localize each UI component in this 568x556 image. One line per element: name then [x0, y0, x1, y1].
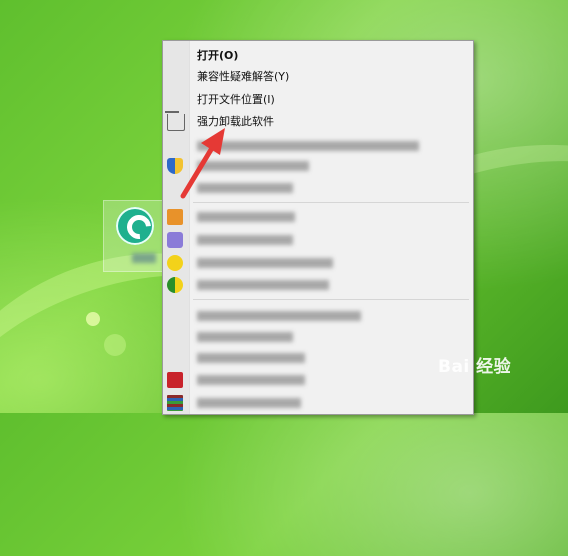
- blurred-text: [197, 258, 333, 268]
- blurred-text: [197, 398, 301, 408]
- menu-separator: [193, 202, 469, 203]
- app-icon: [167, 232, 183, 248]
- menu-item-blurred[interactable]: [163, 305, 473, 327]
- menu-item-blurred[interactable]: [163, 392, 473, 414]
- app-icon: [167, 209, 183, 225]
- menu-item-open-file-location[interactable]: 打开文件位置(I): [163, 89, 473, 111]
- trash-icon: [165, 111, 185, 131]
- blurred-text: [197, 212, 295, 222]
- menu-item-compat-troubleshoot[interactable]: 兼容性疑难解答(Y): [163, 66, 473, 88]
- wallpaper-bokeh: [104, 334, 126, 356]
- menu-item-label: 强力卸载此软件: [197, 115, 274, 128]
- menu-item-open[interactable]: 打开(O): [163, 45, 473, 67]
- app-icon: [167, 372, 183, 388]
- context-menu: 打开(O) 兼容性疑难解答(Y) 打开文件位置(I) 强力卸载此软件: [162, 40, 474, 415]
- desktop-shortcut-label-blurred: [132, 253, 156, 263]
- menu-item-blurred[interactable]: [163, 177, 473, 199]
- watermark-text: Bai 经验: [438, 357, 512, 377]
- menu-item-blurred[interactable]: [163, 326, 473, 348]
- menu-item-blurred[interactable]: [163, 252, 473, 274]
- desktop-shortcut-selected[interactable]: [103, 200, 165, 272]
- blurred-text: [197, 332, 293, 342]
- app-icon: [167, 277, 183, 293]
- menu-item-blurred[interactable]: [163, 369, 473, 391]
- winrar-icon: [167, 395, 183, 411]
- blurred-text: [197, 141, 419, 151]
- app-logo-icon: [116, 207, 154, 245]
- blurred-text: [197, 183, 293, 193]
- wallpaper-bokeh: [86, 312, 100, 326]
- menu-item-blurred[interactable]: [163, 347, 473, 369]
- menu-item-label: 兼容性疑难解答(Y): [197, 70, 290, 83]
- menu-item-blurred[interactable]: [163, 229, 473, 251]
- blurred-text: [197, 280, 329, 290]
- uac-shield-icon: [167, 158, 183, 174]
- menu-item-force-uninstall[interactable]: 强力卸载此软件: [163, 111, 473, 133]
- blurred-text: [197, 235, 293, 245]
- menu-item-blurred[interactable]: [163, 206, 473, 228]
- menu-item-blurred[interactable]: [163, 274, 473, 296]
- blurred-text: [197, 353, 305, 363]
- menu-item-blurred[interactable]: [163, 135, 473, 157]
- blurred-text: [197, 311, 361, 321]
- menu-item-label: 打开(O): [197, 49, 239, 62]
- blurred-text: [197, 161, 309, 171]
- menu-separator: [193, 299, 469, 300]
- baidu-jingyan-watermark: Bai 经验: [438, 352, 511, 377]
- blurred-text: [197, 375, 305, 385]
- menu-item-blurred[interactable]: [163, 155, 473, 177]
- menu-item-label: 打开文件位置(I): [197, 93, 275, 106]
- app-icon: [167, 255, 183, 271]
